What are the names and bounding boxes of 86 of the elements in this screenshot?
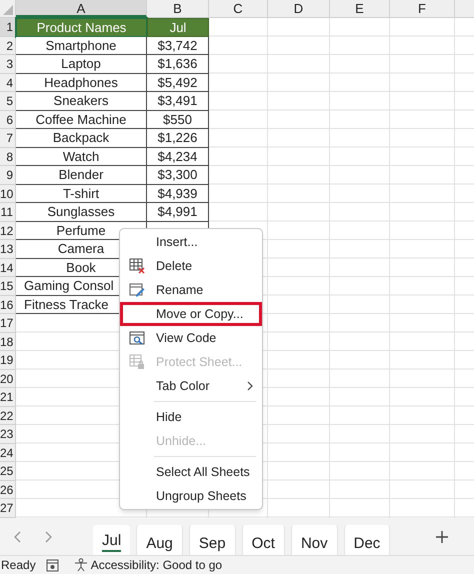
menu-item[interactable]: Insert... xyxy=(120,230,262,254)
row-header[interactable]: 17 xyxy=(0,314,16,332)
sheet-tab[interactable]: Nov xyxy=(290,525,338,555)
menu-item[interactable]: Hide xyxy=(120,405,262,429)
row-header[interactable]: 3 xyxy=(0,55,16,74)
view-code-icon xyxy=(129,330,145,346)
row-header[interactable]: 22 xyxy=(0,406,16,425)
status-text: Ready xyxy=(1,557,36,574)
column-header[interactable]: C xyxy=(209,0,268,17)
table-cell: Blender xyxy=(58,167,104,182)
row-header[interactable]: 2 xyxy=(0,36,16,55)
menu-item[interactable]: View Code xyxy=(120,326,262,350)
row-header[interactable]: 16 xyxy=(0,296,16,314)
table-cell: Sunglasses xyxy=(47,204,115,219)
row-header[interactable]: 6 xyxy=(0,110,16,129)
table-cell: Product Names xyxy=(36,20,126,35)
rename-icon xyxy=(129,282,145,298)
menu-item[interactable]: Ungroup Sheets xyxy=(120,484,262,508)
table-cell: Book xyxy=(66,260,96,274)
macro-record-icon[interactable] xyxy=(46,558,59,572)
table-cell: Watch xyxy=(62,148,100,164)
table-cell: Smartphone xyxy=(46,38,116,52)
table-cell: $1,226 xyxy=(158,130,198,145)
table-cell: Laptop xyxy=(61,56,101,71)
menu-item[interactable]: Move or Copy... xyxy=(120,302,262,326)
table-cell: Perfume xyxy=(56,222,106,238)
row-header[interactable]: 13 xyxy=(0,240,16,258)
column-header[interactable]: E xyxy=(330,0,390,17)
row-header[interactable]: 23 xyxy=(0,425,16,444)
table-cell: Backpack xyxy=(52,130,110,145)
table-delete-icon xyxy=(129,258,145,274)
column-header[interactable]: A xyxy=(16,0,147,17)
row-header[interactable]: 8 xyxy=(0,148,16,166)
menu-item[interactable]: Delete xyxy=(120,254,262,278)
scroll-right-icon[interactable] xyxy=(43,530,53,544)
table-cell: $3,300 xyxy=(158,167,198,182)
table-cell: Camera xyxy=(58,241,104,256)
row-header[interactable]: 14 xyxy=(0,258,16,277)
row-header[interactable]: 24 xyxy=(0,444,16,462)
row-header[interactable]: 27 xyxy=(0,499,16,518)
table-cell: $3,742 xyxy=(158,38,198,52)
sheet-tab[interactable]: Oct xyxy=(242,525,285,555)
row-header[interactable]: 19 xyxy=(0,351,16,370)
sheet-tab[interactable]: Jul xyxy=(93,525,130,555)
table-cell: Gaming Consol xyxy=(24,278,114,293)
column-header[interactable]: D xyxy=(268,0,330,17)
row-header[interactable]: 4 xyxy=(0,74,16,92)
table-cell: T-shirt xyxy=(62,186,100,200)
table-cell: Sneakers xyxy=(54,93,108,108)
add-sheet-icon[interactable] xyxy=(435,530,450,544)
table-cell: $3,491 xyxy=(158,93,198,108)
row-header[interactable]: 26 xyxy=(0,480,16,499)
row-header[interactable]: 18 xyxy=(0,332,16,351)
row-header[interactable]: 1 xyxy=(0,18,16,36)
chevron-right-icon xyxy=(247,381,254,391)
protect-sheet-icon xyxy=(129,354,145,370)
table-cell: Coffee Machine xyxy=(36,112,126,126)
table-cell: Fitness Tracke xyxy=(24,296,109,312)
accessibility-status[interactable]: Accessibility: Good to go xyxy=(90,556,222,574)
table-cell: $4,234 xyxy=(158,148,198,164)
sheet-tab[interactable]: Aug xyxy=(136,525,183,555)
menu-item[interactable]: Select All Sheets xyxy=(120,460,262,484)
table-cell: Headphones xyxy=(44,74,118,90)
column-header[interactable]: F xyxy=(390,0,455,17)
table-cell: $550 xyxy=(163,112,192,126)
row-header[interactable]: 15 xyxy=(0,277,16,296)
table-cell: $4,939 xyxy=(158,186,198,200)
table-cell: $4,991 xyxy=(158,204,198,219)
row-header[interactable]: 12 xyxy=(0,222,16,240)
row-header[interactable]: 5 xyxy=(0,92,16,110)
sheet-tab[interactable]: Sep xyxy=(188,525,236,555)
row-header[interactable]: 9 xyxy=(0,166,16,184)
table-cell: Jul xyxy=(170,20,186,35)
menu-item[interactable]: Tab Color xyxy=(120,374,262,398)
row-header[interactable]: 25 xyxy=(0,462,16,480)
row-header[interactable]: 7 xyxy=(0,129,16,148)
row-header[interactable]: 20 xyxy=(0,370,16,388)
menu-item[interactable]: Rename xyxy=(120,278,262,302)
row-header[interactable]: 11 xyxy=(0,203,16,222)
row-header[interactable]: 21 xyxy=(0,388,16,406)
scroll-left-icon[interactable] xyxy=(13,530,23,544)
accessibility-icon[interactable] xyxy=(72,558,89,572)
row-header[interactable]: 10 xyxy=(0,184,16,203)
table-cell: $1,636 xyxy=(158,56,198,71)
sheet-tab[interactable]: Dec xyxy=(344,525,390,555)
table-cell: $5,492 xyxy=(158,74,198,90)
